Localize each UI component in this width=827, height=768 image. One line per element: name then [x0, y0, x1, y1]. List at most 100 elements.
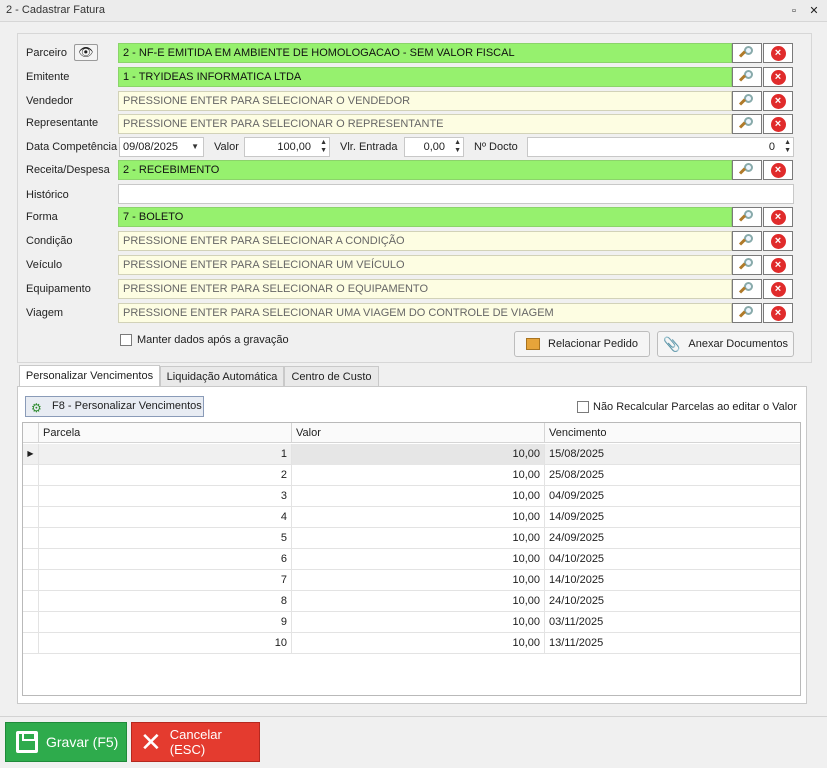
table-row[interactable]: 10 10,00 13/11/2025	[23, 633, 800, 654]
cell-parcela[interactable]: 2	[39, 465, 292, 486]
vendedor-field[interactable]: PRESSIONE ENTER PARA SELECIONAR O VENDED…	[118, 91, 732, 111]
veiculo-clear-button[interactable]: ×	[763, 255, 793, 275]
equipamento-field[interactable]: PRESSIONE ENTER PARA SELECIONAR O EQUIPA…	[118, 279, 732, 299]
cell-parcela[interactable]: 7	[39, 570, 292, 591]
cell-valor[interactable]: 10,00	[292, 549, 545, 570]
cell-parcela[interactable]: 10	[39, 633, 292, 654]
tab-personalizar-vencimentos[interactable]: Personalizar Vencimentos	[19, 365, 160, 388]
column-header-parcela[interactable]: Parcela	[39, 423, 292, 443]
valor-field[interactable]: 100,00 ▲ ▼	[244, 137, 330, 157]
table-row[interactable]: 6 10,00 04/10/2025	[23, 549, 800, 570]
cell-vencimento[interactable]: 04/09/2025	[545, 486, 800, 507]
veiculo-search-button[interactable]	[732, 255, 762, 275]
chevron-down-icon[interactable]: ▼	[191, 138, 199, 156]
viagem-field[interactable]: PRESSIONE ENTER PARA SELECIONAR UMA VIAG…	[118, 303, 732, 323]
condicao-field[interactable]: PRESSIONE ENTER PARA SELECIONAR A CONDIÇ…	[118, 231, 732, 251]
vendedor-clear-button[interactable]: ×	[763, 91, 793, 111]
forma-search-button[interactable]	[732, 207, 762, 227]
forma-clear-button[interactable]: ×	[763, 207, 793, 227]
representante-search-button[interactable]	[732, 114, 762, 134]
cell-parcela[interactable]: 8	[39, 591, 292, 612]
nao-recalcular-checkbox[interactable]	[577, 401, 589, 413]
representante-field[interactable]: PRESSIONE ENTER PARA SELECIONAR O REPRES…	[118, 114, 732, 134]
condicao-clear-button[interactable]: ×	[763, 231, 793, 251]
tab-centro-de-custo[interactable]: Centro de Custo	[284, 366, 379, 388]
column-header-vencimento[interactable]: Vencimento	[545, 423, 800, 443]
cell-parcela[interactable]: 5	[39, 528, 292, 549]
relacionar-pedido-button[interactable]: Relacionar Pedido	[514, 331, 650, 357]
n-docto-field[interactable]: 0 ▲ ▼	[527, 137, 794, 157]
cell-vencimento[interactable]: 15/08/2025	[545, 444, 800, 465]
row-indicator	[23, 507, 39, 528]
receita-despesa-clear-button[interactable]: ×	[763, 160, 793, 180]
cell-parcela[interactable]: 3	[39, 486, 292, 507]
anexar-documentos-button[interactable]: 📎 Anexar Documentos	[657, 331, 794, 357]
data-competencia-field[interactable]: 09/08/2025 ▼	[119, 137, 204, 157]
parceiro-clear-button[interactable]: ×	[763, 43, 793, 63]
close-icon[interactable]: ✕	[806, 3, 822, 19]
receita-despesa-search-button[interactable]	[732, 160, 762, 180]
cell-valor[interactable]: 10,00	[292, 633, 545, 654]
receita-despesa-field[interactable]: 2 - RECEBIMENTO	[118, 160, 732, 180]
cell-vencimento[interactable]: 14/09/2025	[545, 507, 800, 528]
column-header-valor[interactable]: Valor	[292, 423, 545, 443]
cell-vencimento[interactable]: 24/09/2025	[545, 528, 800, 549]
vlr-entrada-field[interactable]: 0,00 ▲ ▼	[404, 137, 464, 157]
spin-arrows-icon[interactable]: ▲ ▼	[320, 139, 327, 155]
table-row[interactable]: 5 10,00 24/09/2025	[23, 528, 800, 549]
spin-arrows-icon[interactable]: ▲ ▼	[454, 139, 461, 155]
table-row[interactable]: 9 10,00 03/11/2025	[23, 612, 800, 633]
table-row[interactable]: 7 10,00 14/10/2025	[23, 570, 800, 591]
viagem-clear-button[interactable]: ×	[763, 303, 793, 323]
cell-parcela[interactable]: 4	[39, 507, 292, 528]
parceiro-field[interactable]: 2 - NF-E EMITIDA EM AMBIENTE DE HOMOLOGA…	[118, 43, 732, 63]
f8-personalizar-button[interactable]: ⚙ F8 - Personalizar Vencimentos	[25, 396, 204, 417]
cell-valor[interactable]: 10,00	[292, 486, 545, 507]
historico-field[interactable]	[118, 184, 794, 204]
manter-dados-checkbox[interactable]	[120, 334, 132, 346]
cell-valor[interactable]: 10,00	[292, 507, 545, 528]
cell-valor[interactable]: 10,00	[292, 591, 545, 612]
cell-parcela[interactable]: 9	[39, 612, 292, 633]
emitente-search-button[interactable]	[732, 67, 762, 87]
cell-vencimento[interactable]: 14/10/2025	[545, 570, 800, 591]
cell-valor[interactable]: 10,00	[292, 570, 545, 591]
cell-vencimento[interactable]: 25/08/2025	[545, 465, 800, 486]
emitente-field[interactable]: 1 - TRYIDEAS INFORMATICA LTDA	[118, 67, 732, 87]
eye-icon[interactable]: 👁	[74, 44, 98, 61]
representante-clear-button[interactable]: ×	[763, 114, 793, 134]
table-row[interactable]: 2 10,00 25/08/2025	[23, 465, 800, 486]
cell-vencimento[interactable]: 03/11/2025	[545, 612, 800, 633]
order-icon	[526, 338, 541, 350]
table-row[interactable]: 3 10,00 04/09/2025	[23, 486, 800, 507]
forma-field[interactable]: 7 - BOLETO	[118, 207, 732, 227]
cell-valor[interactable]: 10,00	[292, 528, 545, 549]
cell-valor[interactable]: 10,00	[292, 465, 545, 486]
cell-vencimento[interactable]: 13/11/2025	[545, 633, 800, 654]
forma-label: Forma	[26, 211, 58, 223]
restore-icon[interactable]: ▫	[786, 3, 802, 19]
vendedor-search-button[interactable]	[732, 91, 762, 111]
table-row[interactable]: 8 10,00 24/10/2025	[23, 591, 800, 612]
viagem-search-button[interactable]	[732, 303, 762, 323]
emitente-clear-button[interactable]: ×	[763, 67, 793, 87]
cell-valor[interactable]: 10,00	[292, 612, 545, 633]
table-row[interactable]: 4 10,00 14/09/2025	[23, 507, 800, 528]
cell-vencimento[interactable]: 04/10/2025	[545, 549, 800, 570]
parcelas-grid[interactable]: Parcela Valor Vencimento ▶ 1 10,00 15/08/20…	[22, 422, 801, 696]
parceiro-search-button[interactable]	[732, 43, 762, 63]
receita-despesa-label: Receita/Despesa	[26, 164, 110, 176]
table-row[interactable]: ▶ 1 10,00 15/08/2025	[23, 444, 800, 465]
cancelar-button[interactable]: ✕ Cancelar (ESC)	[131, 722, 260, 762]
cell-vencimento[interactable]: 24/10/2025	[545, 591, 800, 612]
equipamento-clear-button[interactable]: ×	[763, 279, 793, 299]
cell-parcela[interactable]: 1	[39, 444, 292, 465]
tab-liquidacao-automatica[interactable]: Liquidação Automática	[160, 366, 284, 388]
veiculo-field[interactable]: PRESSIONE ENTER PARA SELECIONAR UM VEÍCU…	[118, 255, 732, 275]
condicao-search-button[interactable]	[732, 231, 762, 251]
spin-arrows-icon[interactable]: ▲ ▼	[784, 139, 791, 155]
cell-valor[interactable]: 10,00	[292, 444, 545, 465]
equipamento-search-button[interactable]	[732, 279, 762, 299]
cell-parcela[interactable]: 6	[39, 549, 292, 570]
gravar-button[interactable]: Gravar (F5)	[5, 722, 127, 762]
